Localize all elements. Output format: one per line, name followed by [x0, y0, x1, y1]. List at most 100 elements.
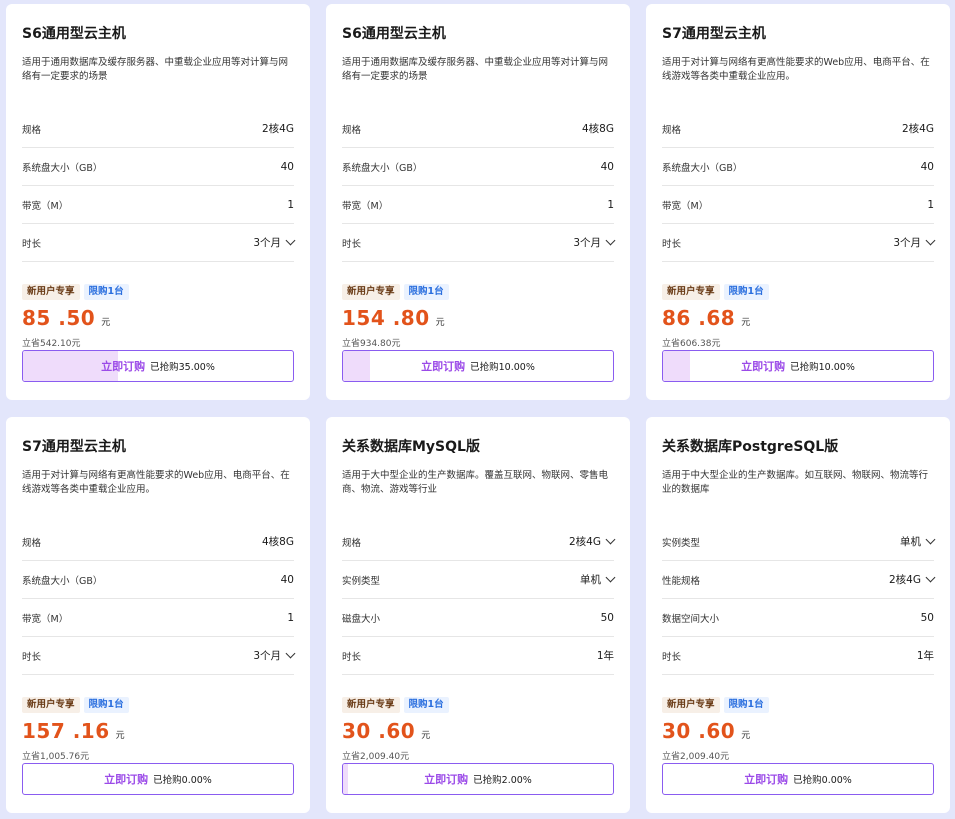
spec-dropdown[interactable]: 3个月: [253, 648, 296, 663]
purchase-progress-text: 已抢购10.00%: [790, 362, 855, 373]
price-line: 154 .80 元: [342, 306, 614, 332]
spec-value: 1: [287, 199, 294, 211]
card-description: 适用于中大型企业的生产数据库。如互联网、物联网、物流等行业的数据库: [662, 470, 929, 495]
spec-value: 1: [927, 199, 934, 211]
card-description: 适用于通用数据库及缓存服务器、中重载企业应用等对计算与网络有一定要求的场景: [342, 57, 609, 82]
spec-list: 规格 2核4G 系统盘大小（GB） 40 带宽（M） 1 时长 3个月: [662, 110, 936, 262]
spec-dropdown[interactable]: 单机: [900, 534, 936, 549]
buy-now-label: 立即订购: [421, 360, 466, 373]
purchase-progress-fill: [343, 351, 370, 381]
badge-group: 新用户专享 限购1台: [662, 697, 934, 713]
chevron-down-icon: [285, 648, 296, 659]
spec-value: 4核8G: [262, 534, 294, 549]
spec-value-text: 1: [607, 198, 614, 211]
new-user-badge: 新用户专享: [342, 697, 400, 713]
savings-text: 立省1,005.76元: [22, 752, 90, 762]
price-value: 30 .60: [342, 719, 416, 743]
spec-label: 系统盘大小（GB）: [22, 575, 103, 587]
buy-now-button[interactable]: 立即订购 已抢购2.00%: [342, 763, 614, 795]
price-line: 85 .50 元: [22, 306, 294, 332]
card-description: 适用于对计算与网络有更高性能要求的Web应用、电商平台、在线游戏等各类中重载企业…: [22, 470, 290, 495]
card-title: S7通用型云主机: [22, 439, 126, 455]
buy-now-label: 立即订购: [104, 773, 149, 786]
card-title: 关系数据库PostgreSQL版: [662, 439, 839, 455]
spec-label: 带宽（M）: [22, 613, 69, 625]
spec-value: 2核4G: [262, 121, 294, 136]
spec-value-text: 40: [280, 573, 294, 586]
spec-list: 实例类型 单机 性能规格 2核4G 数据空间大小 50 时长 1年: [662, 523, 936, 675]
spec-dropdown[interactable]: 3个月: [253, 235, 296, 250]
badge-group: 新用户专享 限购1台: [22, 697, 294, 713]
badge-group: 新用户专享 限购1台: [342, 697, 614, 713]
product-card: S7通用型云主机 适用于对计算与网络有更高性能要求的Web应用、电商平台、在线游…: [6, 417, 310, 813]
spec-dropdown[interactable]: 2核4G: [569, 534, 616, 549]
price-unit: 元: [115, 731, 125, 741]
spec-list: 规格 4核8G 系统盘大小（GB） 40 带宽（M） 1 时长 3个月: [22, 523, 296, 675]
spec-row: 系统盘大小（GB） 40: [662, 148, 934, 186]
chevron-down-icon: [605, 235, 616, 246]
buy-now-label: 立即订购: [744, 773, 789, 786]
purchase-limit-badge: 限购1台: [723, 697, 769, 713]
new-user-badge: 新用户专享: [22, 697, 80, 713]
spec-list: 规格 4核8G 系统盘大小（GB） 40 带宽（M） 1 时长 3个月: [342, 110, 616, 262]
buy-now-button[interactable]: 立即订购 已抢购10.00%: [342, 350, 614, 382]
spec-label: 时长: [662, 651, 682, 663]
purchase-progress-fill: [343, 764, 349, 794]
spec-list: 规格 2核4G 系统盘大小（GB） 40 带宽（M） 1 时长 3个月: [22, 110, 296, 262]
price-line: 86 .68 元: [662, 306, 934, 332]
price-line: 157 .16 元: [22, 719, 294, 745]
spec-row: 带宽（M） 1: [342, 186, 614, 224]
spec-dropdown[interactable]: 3个月: [893, 235, 936, 250]
spec-label: 磁盘大小: [342, 613, 381, 625]
spec-dropdown[interactable]: 单机: [580, 572, 616, 587]
spec-label: 时长: [22, 651, 42, 663]
spec-label: 数据空间大小: [662, 613, 720, 625]
spec-row: 实例类型 单机: [342, 561, 616, 599]
spec-dropdown[interactable]: 3个月: [573, 235, 616, 250]
spec-row: 性能规格 2核4G: [662, 561, 936, 599]
spec-row: 磁盘大小 50: [342, 599, 614, 637]
buy-now-button[interactable]: 立即订购 已抢购0.00%: [22, 763, 294, 795]
badge-group: 新用户专享 限购1台: [342, 284, 614, 300]
buy-now-label: 立即订购: [424, 773, 469, 786]
spec-label: 实例类型: [662, 537, 701, 549]
spec-label: 规格: [22, 537, 42, 549]
new-user-badge: 新用户专享: [662, 284, 720, 300]
spec-row: 时长 3个月: [662, 224, 936, 262]
badge-group: 新用户专享 限购1台: [22, 284, 294, 300]
spec-row: 带宽（M） 1: [662, 186, 934, 224]
spec-value: 40: [601, 161, 614, 173]
buy-now-label: 立即订购: [101, 360, 146, 373]
card-title: S7通用型云主机: [662, 26, 766, 42]
spec-row: 时长 1年: [662, 637, 934, 675]
spec-value-text: 50: [920, 611, 934, 624]
savings-text: 立省542.10元: [22, 339, 81, 349]
spec-dropdown[interactable]: 2核4G: [889, 572, 936, 587]
buy-now-button[interactable]: 立即订购 已抢购0.00%: [662, 763, 934, 795]
price-unit: 元: [741, 318, 751, 328]
spec-label: 实例类型: [342, 575, 381, 587]
buy-now-button[interactable]: 立即订购 已抢购10.00%: [662, 350, 934, 382]
price-value: 154 .80: [342, 306, 430, 330]
spec-value: 4核8G: [582, 121, 614, 136]
spec-value-text: 40: [280, 160, 294, 173]
buy-now-label: 立即订购: [741, 360, 786, 373]
buy-now-button[interactable]: 立即订购 已抢购35.00%: [22, 350, 294, 382]
card-description: 适用于通用数据库及缓存服务器、中重载企业应用等对计算与网络有一定要求的场景: [22, 57, 289, 82]
card-title: S6通用型云主机: [342, 26, 446, 42]
spec-label: 规格: [342, 124, 362, 136]
spec-row: 系统盘大小（GB） 40: [22, 561, 294, 599]
spec-value-text: 1: [287, 198, 294, 211]
spec-value-text: 4核8G: [262, 536, 294, 548]
spec-value: 40: [281, 161, 294, 173]
product-card: S6通用型云主机 适用于通用数据库及缓存服务器、中重载企业应用等对计算与网络有一…: [326, 4, 630, 400]
spec-list: 规格 2核4G 实例类型 单机 磁盘大小 50 时长 1年: [342, 523, 616, 675]
spec-label: 带宽（M）: [342, 200, 389, 212]
spec-value: 1: [607, 199, 614, 211]
spec-row: 数据空间大小 50: [662, 599, 934, 637]
purchase-limit-badge: 限购1台: [723, 284, 769, 300]
spec-value: 1年: [597, 648, 614, 663]
spec-value-text: 2核4G: [569, 536, 601, 548]
spec-value: 1: [287, 612, 294, 624]
spec-label: 时长: [342, 238, 362, 250]
